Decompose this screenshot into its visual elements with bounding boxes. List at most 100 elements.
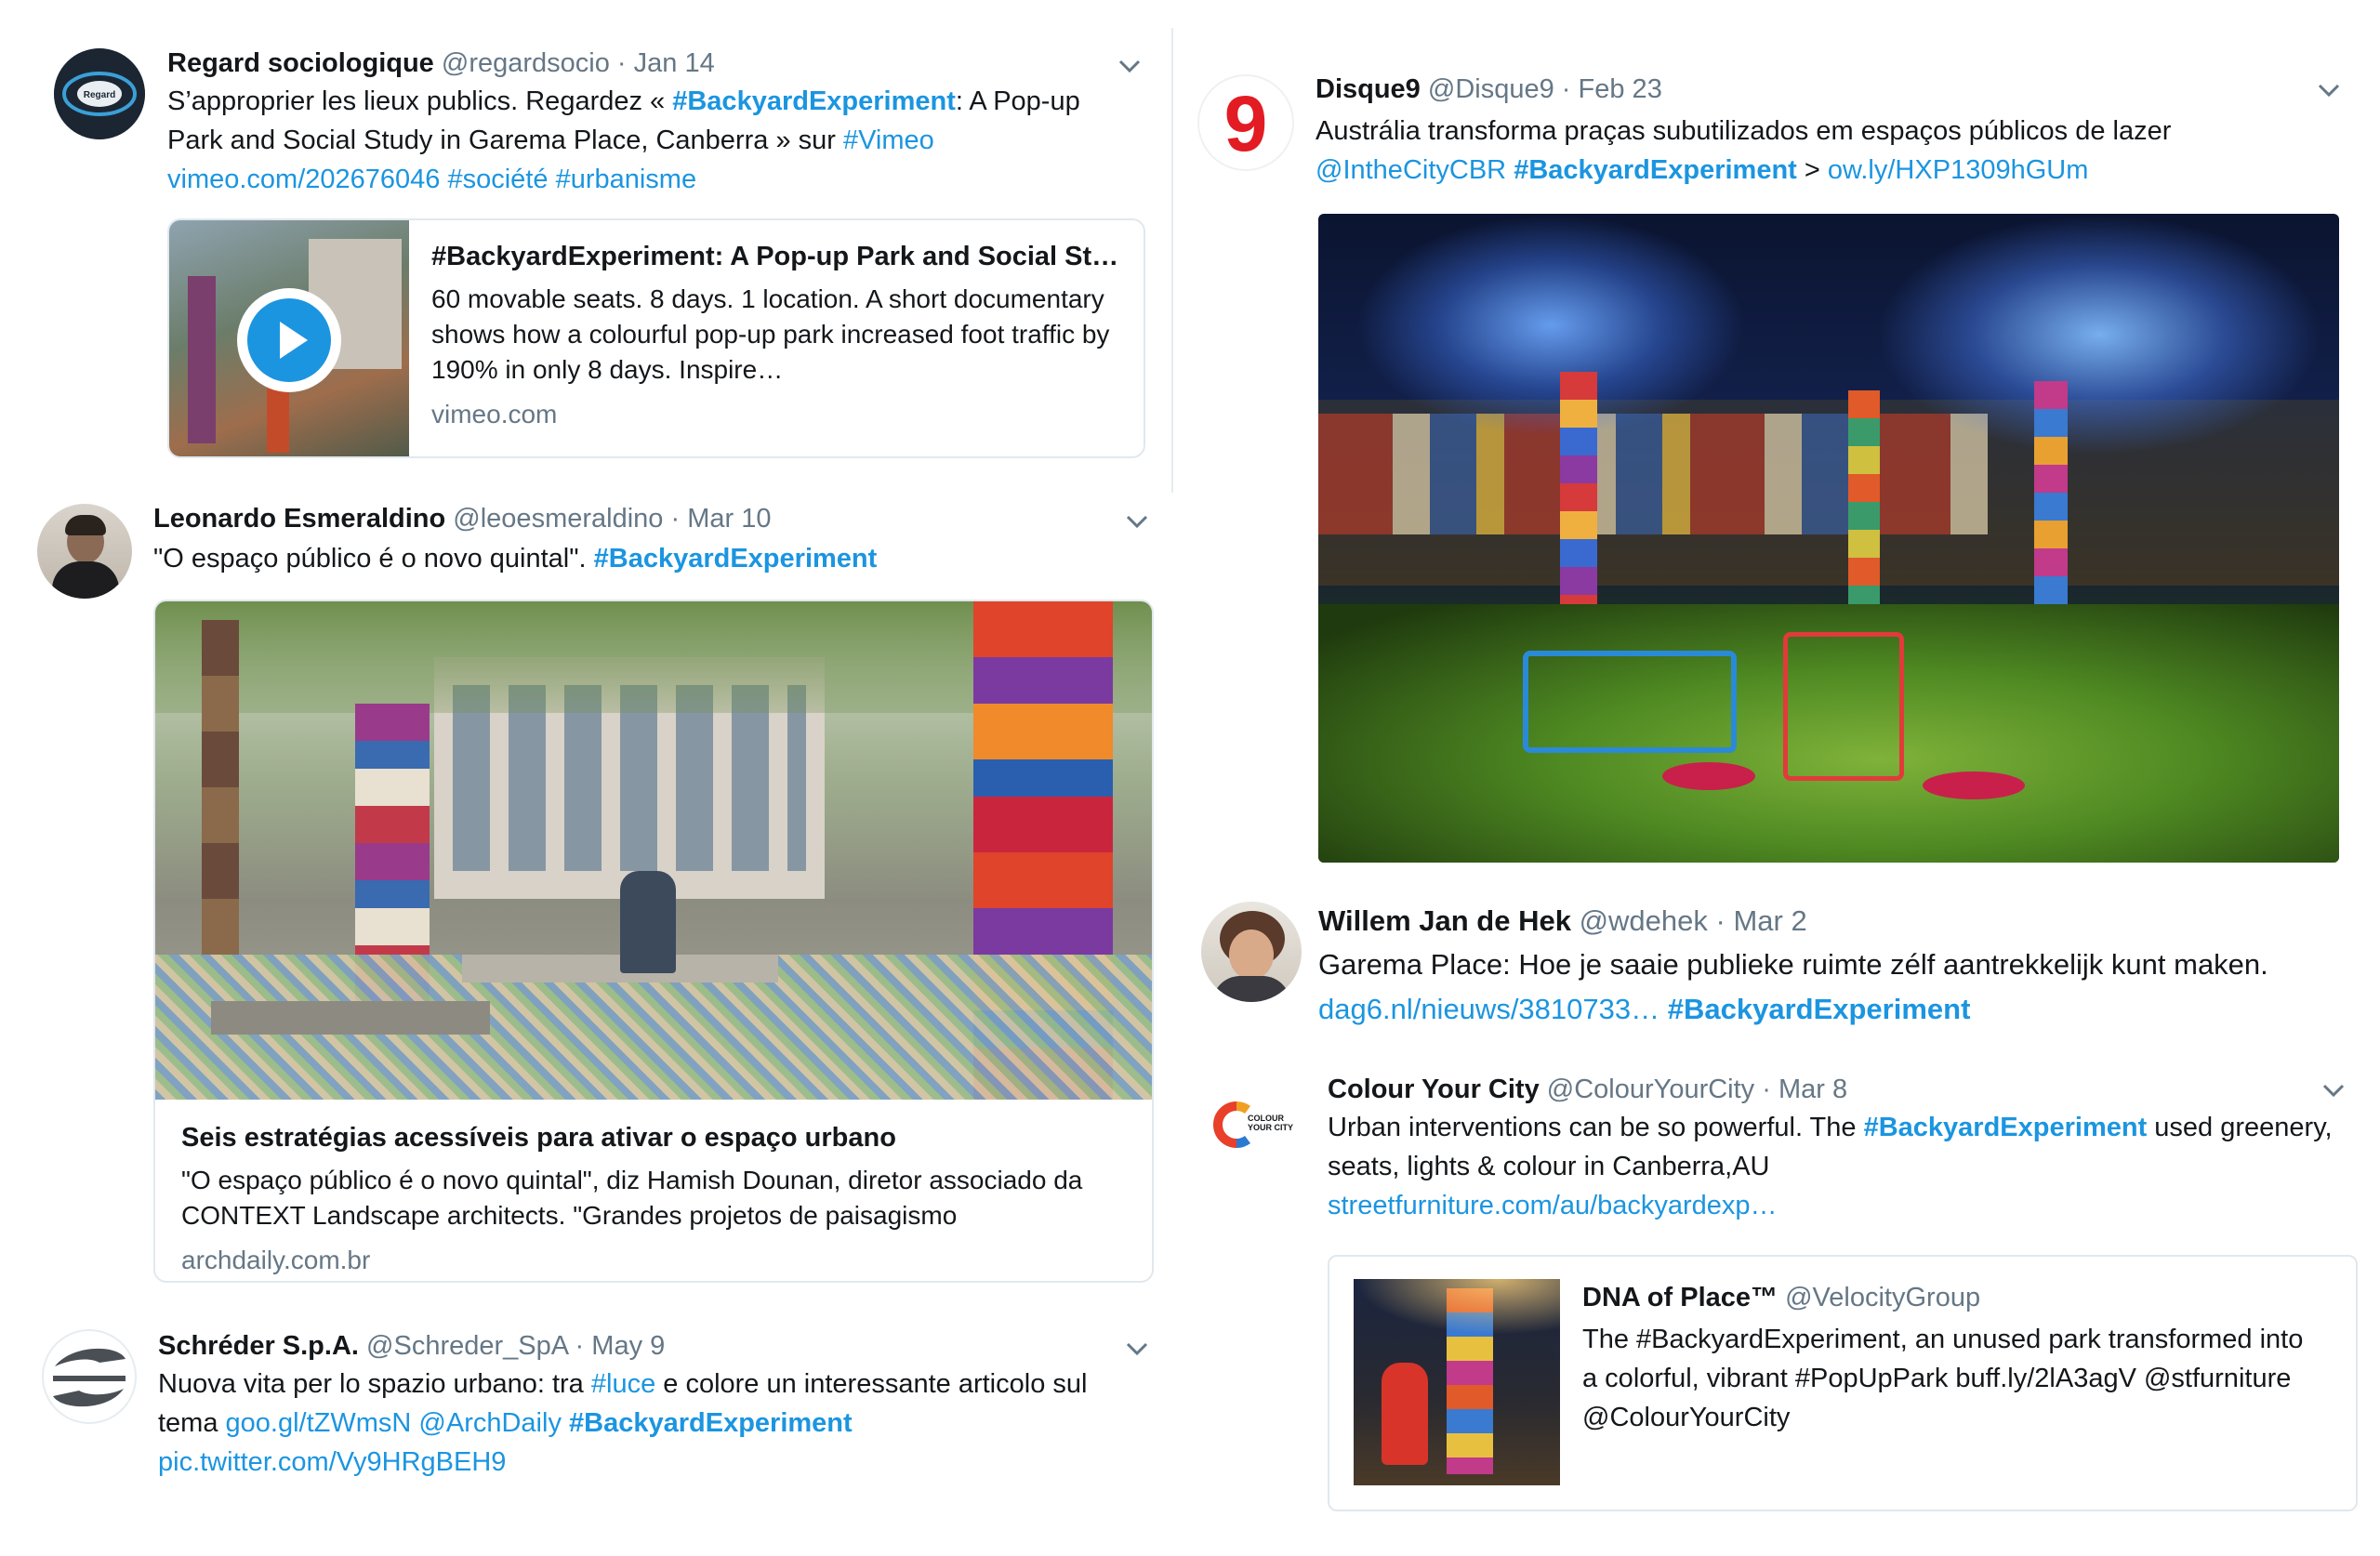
play-triangle-icon <box>280 322 308 359</box>
yarn-tree-trunk <box>202 620 239 955</box>
avatar[interactable]: 9 <box>1197 74 1294 171</box>
avatar[interactable] <box>37 504 132 599</box>
separator: · <box>1715 904 1726 937</box>
tweet-header: Leonardo Esmeraldino @leoesmeraldino · M… <box>153 502 771 535</box>
user-handle[interactable]: @ColourYourCity <box>1547 1075 1754 1104</box>
avatar-body <box>52 561 119 599</box>
tweet-date[interactable]: Feb 23 <box>1579 74 1662 104</box>
tweet-leonardo-esmeraldino[interactable]: Leonardo Esmeraldino @leoesmeraldino · M… <box>0 483 1171 1320</box>
tweet-disque9[interactable]: 9 Disque9 @Disque9 · Feb 23 Austrália tr… <box>1181 0 2380 883</box>
card-title: Seis estratégias acessíveis para ativar … <box>181 1123 896 1153</box>
photo-red-chair <box>1783 632 1904 781</box>
card-thumbnail <box>169 220 409 456</box>
tweet-header: Disque9 @Disque9 · Feb 23 <box>1316 73 1662 106</box>
tweet-header: Willem Jan de Hek @wdehek · Mar 2 <box>1318 903 1807 939</box>
tweet-date[interactable]: May 9 <box>591 1331 665 1361</box>
hashtag-link[interactable]: #BackyardExperiment <box>569 1408 853 1438</box>
avatar-hair <box>65 515 106 535</box>
tweet-text: "O espaço público é o novo quintal". #Ba… <box>153 539 1139 578</box>
avatar-body <box>1212 976 1290 1002</box>
text-segment: > <box>1796 155 1828 185</box>
mention-link[interactable]: @ArchDaily <box>418 1408 562 1438</box>
quoted-tweet[interactable]: DNA of Place™ @VelocityGroup The #Backya… <box>1328 1255 2358 1511</box>
play-icon[interactable] <box>237 288 341 392</box>
user-name[interactable]: Leonardo Esmeraldino <box>153 504 445 534</box>
hashtag-link[interactable]: #BackyardExperiment <box>1668 993 1971 1025</box>
card-body: Seis estratégias acessíveis para ativar … <box>181 1120 1139 1278</box>
chevron-down-icon[interactable] <box>1123 508 1151 535</box>
user-name[interactable]: Colour Your City <box>1328 1075 1540 1104</box>
url-link[interactable]: dag6.nl/nieuws/3810733… <box>1318 993 1659 1025</box>
tweet-date[interactable]: Jan 14 <box>634 48 715 78</box>
text-segment: Austrália transforma praças subutilizado… <box>1316 116 2172 146</box>
user-name[interactable]: Regard sociologique <box>167 48 434 78</box>
tweet-schreder[interactable]: Schréder S.p.A. @Schreder_SpA · May 9 Nu… <box>0 1311 1171 1497</box>
user-handle[interactable]: @Schreder_SpA <box>366 1331 567 1361</box>
tweet-colour-your-city[interactable]: COLOUR YOUR CITY Colour Your City @Colou… <box>1181 1050 2380 1556</box>
photo-yarn-trunk <box>2034 381 2068 623</box>
image-bench <box>211 1001 490 1035</box>
hashtag-link[interactable]: #urbanisme <box>556 165 697 194</box>
tweet-text: Garema Place: Hoe je saaie publieke ruim… <box>1318 943 2360 1032</box>
avatar[interactable]: COLOUR YOUR CITY <box>1209 1078 1302 1171</box>
image-building-windows <box>453 685 806 871</box>
url-link[interactable]: streetfurniture.com/au/backyardexp… <box>1328 1191 1778 1220</box>
tweet-date[interactable]: Mar 2 <box>1733 904 1806 937</box>
tweet-date[interactable]: Mar 8 <box>1778 1075 1847 1104</box>
url-link[interactable]: vimeo.com/202676046 <box>167 165 440 194</box>
tweet-text: Nuova vita per lo spazio urbano: tra #lu… <box>158 1365 1144 1482</box>
schreder-logo-icon <box>53 1348 126 1407</box>
url-link[interactable]: goo.gl/tZWmsN <box>226 1408 412 1438</box>
tweet-regard-sociologique[interactable]: Regard Regard sociologique @regardsocio … <box>0 0 1171 483</box>
user-handle[interactable]: @Disque9 <box>1428 74 1554 104</box>
photo-tree-lights <box>1355 214 1746 437</box>
quoted-thumbnail <box>1354 1279 1560 1485</box>
hashtag-link[interactable]: #BackyardExperiment <box>672 86 956 116</box>
avatar[interactable]: Regard <box>54 48 145 139</box>
user-handle[interactable]: @wdehek <box>1580 904 1708 937</box>
chevron-down-icon[interactable] <box>2315 76 2343 104</box>
tweet-text: S’approprier les lieux publics. Regardez… <box>167 82 1134 199</box>
card-body: #BackyardExperiment: A Pop-up Park and S… <box>431 239 1129 432</box>
hashtag-link[interactable]: #société <box>447 165 548 194</box>
avatar[interactable] <box>1201 902 1302 1002</box>
tweet-text: Urban interventions can be so powerful. … <box>1328 1108 2360 1225</box>
user-name[interactable]: Disque9 <box>1316 74 1421 104</box>
photo-red-stool <box>1662 762 1755 790</box>
thumbnail-lights <box>1354 1279 1560 1335</box>
hashtag-link[interactable]: #BackyardExperiment <box>594 544 878 574</box>
hashtag-link[interactable]: #BackyardExperiment <box>1864 1113 2148 1142</box>
image-person <box>620 871 676 973</box>
avatar[interactable] <box>42 1329 137 1424</box>
chevron-down-icon[interactable] <box>1123 1335 1151 1363</box>
photo-yarn-trunk <box>1560 372 1597 632</box>
tweet-willem-jan-de-hek[interactable]: Willem Jan de Hek @wdehek · Mar 2 Garema… <box>1181 883 2380 1050</box>
chevron-down-icon[interactable] <box>2320 1076 2347 1104</box>
text-segment: Nuova vita per lo spazio urbano: tra <box>158 1369 591 1399</box>
quoted-user-name[interactable]: DNA of Place™ <box>1582 1283 1778 1312</box>
avatar-label: COLOUR YOUR CITY <box>1248 1114 1294 1132</box>
card-description: "O espaço público é o novo quintal", diz… <box>181 1166 1083 1230</box>
link-card[interactable]: Seis estratégias acessíveis para ativar … <box>153 600 1154 1283</box>
url-link[interactable]: pic.twitter.com/Vy9HRgBEH9 <box>158 1447 506 1477</box>
user-name[interactable]: Schréder S.p.A. <box>158 1331 359 1361</box>
tweet-photo[interactable] <box>1318 214 2339 863</box>
avatar-label: Regard <box>84 90 115 100</box>
tweet-date[interactable]: Mar 10 <box>687 504 771 534</box>
hashtag-link[interactable]: #BackyardExperiment <box>1514 155 1797 185</box>
thumbnail-tree <box>188 276 216 443</box>
separator: · <box>1561 74 1571 104</box>
chevron-down-icon[interactable] <box>1116 52 1144 80</box>
hashtag-link[interactable]: #Vimeo <box>843 125 934 155</box>
text-segment: "O espaço público é o novo quintal". <box>153 544 594 574</box>
user-name[interactable]: Willem Jan de Hek <box>1318 904 1571 937</box>
quoted-user-handle[interactable]: @VelocityGroup <box>1785 1283 1980 1312</box>
thumbnail-child <box>1382 1363 1428 1465</box>
hashtag-link[interactable]: #luce <box>591 1369 655 1399</box>
mention-link[interactable]: @IntheCityCBR <box>1316 155 1506 185</box>
url-link[interactable]: ow.ly/HXP1309hGUm <box>1828 155 2088 185</box>
user-handle[interactable]: @leoesmeraldino <box>453 504 663 534</box>
user-handle[interactable]: @regardsocio <box>442 48 610 78</box>
link-card[interactable]: #BackyardExperiment: A Pop-up Park and S… <box>167 218 1145 458</box>
separator: · <box>575 1331 585 1361</box>
